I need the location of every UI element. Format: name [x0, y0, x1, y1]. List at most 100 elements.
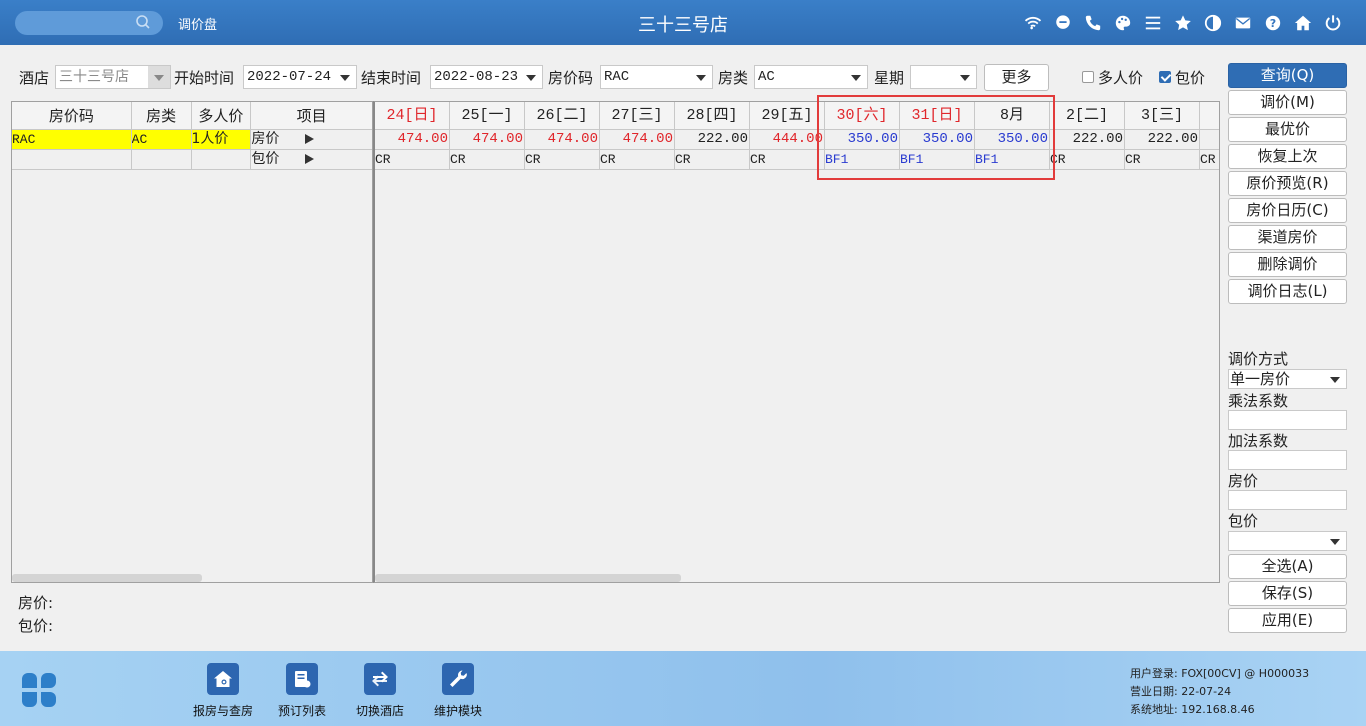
cell-multi-person[interactable]: 1人价 — [191, 130, 252, 149]
expand-triangle-icon[interactable] — [305, 134, 315, 144]
date-header[interactable]: 25[一] — [450, 102, 525, 130]
menu-icon[interactable] — [1138, 11, 1168, 35]
package-cell[interactable]: CR — [525, 150, 600, 170]
table-row[interactable]: RAC AC 1人价 房价 — [12, 130, 372, 150]
footer-item-house-status[interactable]: 报房与查房 — [183, 663, 263, 719]
package-cell[interactable]: CR — [1200, 150, 1219, 170]
rate-cell[interactable]: 474.00 — [600, 130, 675, 150]
cell-item[interactable]: 包价 — [251, 150, 372, 169]
cell-item[interactable]: 房价 — [251, 130, 372, 149]
home-icon[interactable] — [1288, 11, 1318, 35]
rate-cell[interactable]: 474.00 — [375, 130, 450, 150]
add-input[interactable] — [1228, 450, 1347, 470]
end-date-select[interactable]: 2022-08-23 — [430, 65, 543, 89]
mail-icon[interactable] — [1228, 11, 1258, 35]
rate-code-select[interactable]: RAC — [600, 65, 713, 89]
chevron-down-icon[interactable] — [1330, 539, 1340, 545]
channel-rate-button[interactable]: 渠道房价 — [1228, 225, 1347, 250]
rate-cell[interactable]: 350.00 — [825, 130, 900, 150]
date-header[interactable]: 31[日] — [900, 102, 975, 130]
booking-list-icon[interactable] — [286, 663, 318, 695]
room-type-select[interactable]: AC — [754, 65, 868, 89]
app-logo-icon[interactable] — [20, 671, 58, 709]
chevron-down-icon[interactable] — [1330, 377, 1340, 383]
cell-rate-code[interactable]: RAC — [12, 130, 132, 149]
footer-item-switch-hotel[interactable]: 切换酒店 — [340, 663, 420, 719]
date-header[interactable]: 24[日] — [375, 102, 450, 130]
save-button[interactable]: 保存(S) — [1228, 581, 1347, 606]
rate-cell[interactable] — [1200, 130, 1219, 150]
date-header[interactable]: 30[六] — [825, 102, 900, 130]
date-header[interactable]: 29[五] — [750, 102, 825, 130]
search-icon[interactable] — [135, 14, 151, 30]
rate-cell[interactable]: 444.00 — [750, 130, 825, 150]
restore-button[interactable]: 恢复上次 — [1228, 144, 1347, 169]
cell-room-type[interactable]: AC — [131, 130, 192, 149]
cell-multi-person[interactable] — [192, 150, 252, 169]
cell-rate-code[interactable] — [12, 150, 132, 169]
adjust-log-button[interactable]: 调价日志(L) — [1228, 279, 1347, 304]
header-multi-person[interactable]: 多人价 — [192, 102, 252, 129]
package-select[interactable] — [1228, 531, 1347, 551]
chevron-down-icon[interactable] — [696, 75, 706, 81]
expand-triangle-icon[interactable] — [305, 154, 315, 164]
package-cell[interactable]: CR — [375, 150, 450, 170]
date-header[interactable]: 8月 — [975, 102, 1050, 130]
multiply-input[interactable] — [1228, 410, 1347, 430]
price-input[interactable] — [1228, 490, 1347, 510]
horizontal-scrollbar[interactable] — [375, 574, 681, 582]
method-select[interactable]: 单一房价 — [1228, 369, 1347, 389]
package-cell[interactable]: BF1 — [900, 150, 975, 170]
rate-cell[interactable]: 222.00 — [675, 130, 750, 150]
palette-icon[interactable] — [1108, 11, 1138, 35]
table-row[interactable]: 包价 — [12, 150, 372, 170]
chevron-down-icon[interactable] — [526, 75, 536, 81]
adjust-button[interactable]: 调价(M) — [1228, 90, 1347, 115]
package-cell[interactable]: CR — [675, 150, 750, 170]
help-icon[interactable]: ? — [1258, 11, 1288, 35]
preview-button[interactable]: 原价预览(R) — [1228, 171, 1347, 196]
rate-cell[interactable]: 474.00 — [450, 130, 525, 150]
chat-icon[interactable] — [1048, 11, 1078, 35]
cell-room-type[interactable] — [132, 150, 192, 169]
rate-cell[interactable]: 350.00 — [975, 130, 1050, 150]
date-header[interactable]: 4 — [1200, 102, 1219, 130]
wrench-icon[interactable] — [442, 663, 474, 695]
footer-item-maintenance[interactable]: 维护模块 — [418, 663, 498, 719]
package-cell[interactable]: CR — [450, 150, 525, 170]
theme-icon[interactable] — [1198, 11, 1228, 35]
footer-item-booking-list[interactable]: 预订列表 — [262, 663, 342, 719]
more-button[interactable]: 更多 — [984, 64, 1049, 91]
chevron-down-icon[interactable] — [851, 75, 861, 81]
start-date-select[interactable]: 2022-07-24 — [243, 65, 357, 89]
rate-cell[interactable]: 474.00 — [525, 130, 600, 150]
select-all-button[interactable]: 全选(A) — [1228, 554, 1347, 579]
apply-button[interactable]: 应用(E) — [1228, 608, 1347, 633]
package-cell[interactable]: BF1 — [825, 150, 900, 170]
date-header[interactable]: 3[三] — [1125, 102, 1200, 130]
package-cell[interactable]: BF1 — [975, 150, 1050, 170]
delete-adjust-button[interactable]: 删除调价 — [1228, 252, 1347, 277]
date-header[interactable]: 28[四] — [675, 102, 750, 130]
date-header[interactable]: 26[二] — [525, 102, 600, 130]
header-room-type[interactable]: 房类 — [132, 102, 192, 129]
date-header[interactable]: 2[二] — [1050, 102, 1125, 130]
header-rate-code[interactable]: 房价码 — [12, 102, 132, 129]
date-header[interactable]: 27[三] — [600, 102, 675, 130]
package-cell[interactable]: CR — [600, 150, 675, 170]
package-cell[interactable]: CR — [750, 150, 825, 170]
switch-icon[interactable] — [364, 663, 396, 695]
power-icon[interactable] — [1318, 11, 1348, 35]
weekday-select[interactable] — [910, 65, 977, 89]
rate-cell[interactable]: 222.00 — [1125, 130, 1200, 150]
package-cell[interactable]: CR — [1125, 150, 1200, 170]
rate-cell[interactable]: 222.00 — [1050, 130, 1125, 150]
multi-person-checkbox[interactable] — [1082, 71, 1094, 83]
query-button[interactable]: 查询(Q) — [1228, 63, 1347, 88]
best-price-button[interactable]: 最优价 — [1228, 117, 1347, 142]
package-cell[interactable]: CR — [1050, 150, 1125, 170]
search-input[interactable] — [15, 11, 163, 35]
chevron-down-icon[interactable] — [960, 75, 970, 81]
horizontal-scrollbar[interactable] — [12, 574, 202, 582]
house-search-icon[interactable] — [207, 663, 239, 695]
